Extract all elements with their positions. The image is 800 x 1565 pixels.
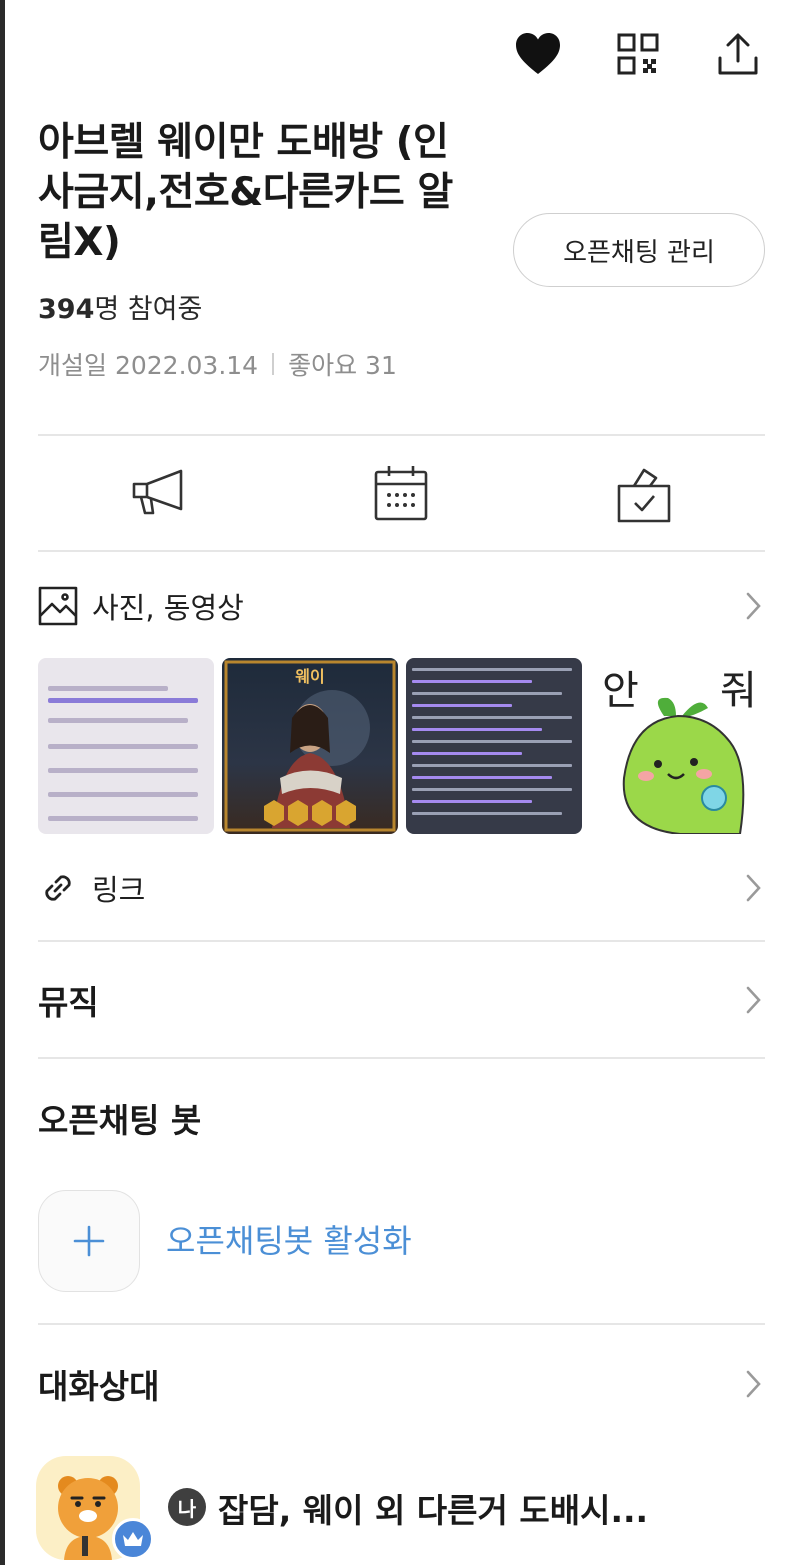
photos-videos-row[interactable]: 사진, 동영상 — [38, 580, 765, 632]
room-meta: 개설일 2022.03.14 좋아요 31 — [38, 346, 397, 382]
heart-icon[interactable] — [514, 30, 562, 78]
chevron-right-icon — [746, 986, 761, 1014]
chevron-right-icon — [746, 1370, 761, 1398]
room-title: 아브렐 웨이만 도배방 (인사금지,전호&다른카드 알림X) — [38, 120, 453, 265]
calendar-icon[interactable] — [368, 458, 434, 528]
qr-code-icon[interactable] — [614, 30, 662, 78]
member-count-suffix: 명 참여중 — [94, 294, 203, 325]
chevron-right-icon — [746, 874, 761, 902]
meta-separator — [272, 353, 275, 375]
header-actions — [514, 30, 762, 78]
participants-heading: 대화상대 — [38, 1367, 160, 1406]
links-row[interactable]: 링크 — [38, 862, 765, 914]
image-icon — [38, 586, 78, 626]
created-date: 개설일 2022.03.14 — [38, 351, 259, 380]
photos-videos-label: 사진, 동영상 — [92, 591, 244, 625]
like-count: 좋아요 31 — [288, 351, 397, 380]
activate-bot-link[interactable]: 오픈채팅봇 활성화 — [166, 1216, 412, 1262]
divider — [38, 434, 765, 436]
sticker-text: 줘 — [720, 668, 757, 714]
crown-icon — [112, 1518, 154, 1560]
vote-box-icon[interactable] — [611, 458, 677, 528]
participants-row[interactable]: 대화상대 — [38, 1356, 765, 1412]
bot-section-header: 오픈채팅 봇 — [38, 1090, 765, 1146]
megaphone-icon[interactable] — [126, 458, 192, 528]
media-thumbnails: 웨이 안 줘 — [38, 658, 766, 834]
thumbnail-caption: 웨이 — [295, 667, 324, 686]
links-label: 링크 — [92, 873, 146, 907]
share-icon[interactable] — [714, 30, 762, 78]
divider — [38, 1057, 765, 1059]
member-count-number: 394 — [38, 294, 95, 325]
sticker-text: 안 — [602, 668, 639, 714]
music-row[interactable]: 뮤직 — [38, 972, 765, 1028]
screen-edge — [0, 0, 5, 1565]
divider — [38, 940, 765, 942]
media-thumbnail[interactable] — [406, 658, 582, 834]
me-badge: 나 — [168, 1488, 206, 1526]
quick-actions — [38, 458, 765, 528]
divider — [38, 1323, 765, 1325]
bot-heading: 오픈채팅 봇 — [38, 1101, 202, 1140]
link-icon — [38, 868, 78, 908]
media-thumbnail[interactable] — [38, 658, 214, 834]
participant-name[interactable]: 잡담, 웨이 외 다른거 도배시... — [218, 1484, 648, 1532]
divider — [38, 550, 765, 552]
add-bot-button[interactable] — [38, 1190, 140, 1292]
music-heading: 뮤직 — [38, 983, 99, 1022]
member-count: 394명 참여중 — [38, 287, 202, 326]
manage-openchat-button[interactable]: 오픈채팅 관리 — [513, 213, 765, 287]
plus-icon — [73, 1225, 105, 1257]
media-thumbnail[interactable]: 웨이 — [222, 658, 398, 834]
chevron-right-icon — [746, 592, 761, 620]
media-thumbnail[interactable]: 안 줘 — [590, 658, 766, 834]
